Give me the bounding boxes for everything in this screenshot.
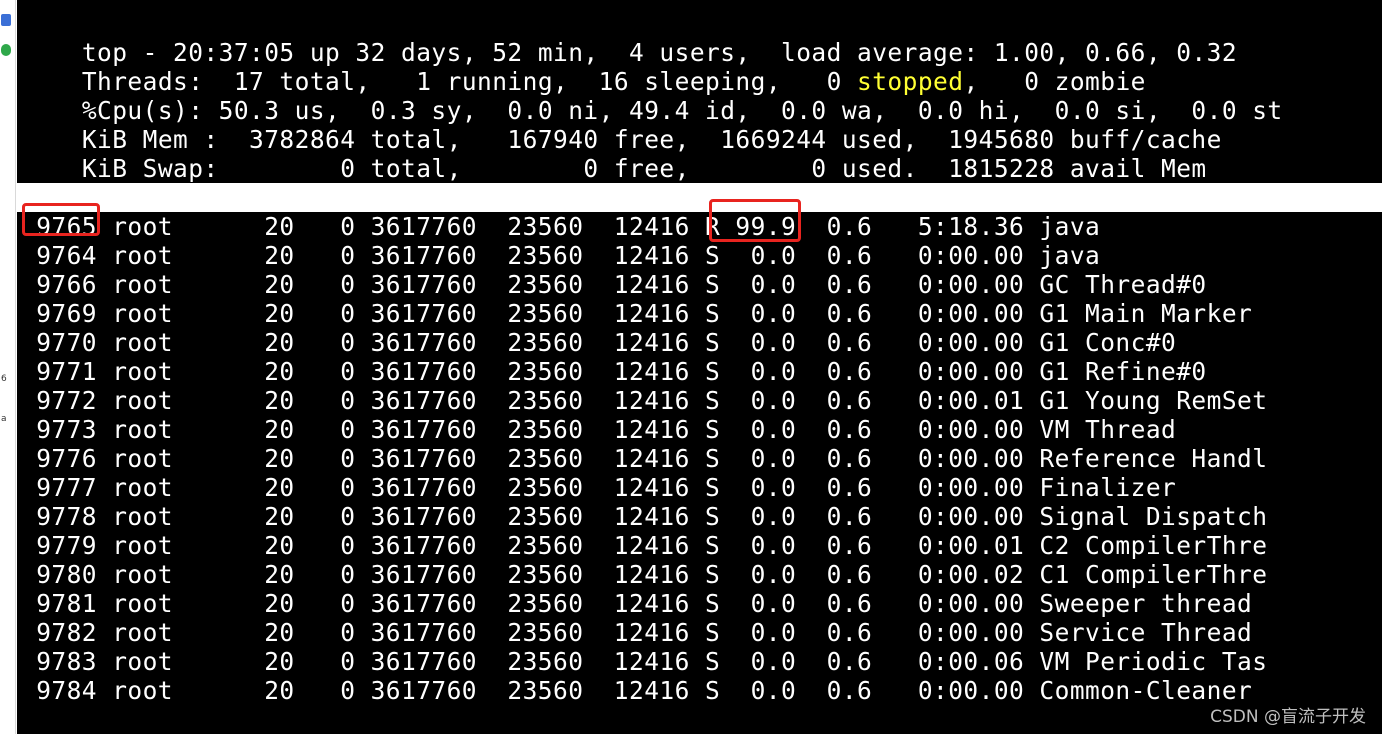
app-icon-green[interactable] [1, 44, 11, 56]
process-row-text: 9780 root 20 0 3617760 23560 12416 S 0.0… [21, 560, 1268, 589]
process-row[interactable]: 9766 root 20 0 3617760 23560 12416 S 0.0… [21, 270, 1382, 299]
summary-mem-line: KiB Mem : 3782864 total, 167940 free, 16… [21, 96, 1382, 154]
process-row[interactable]: 9781 root 20 0 3617760 23560 12416 S 0.0… [21, 589, 1382, 618]
summary-uptime-line: top - 20:37:05 up 32 days, 52 min, 4 use… [21, 9, 1382, 67]
process-row-text: 9776 root 20 0 3617760 23560 12416 S 0.0… [21, 444, 1268, 473]
summary-threads-line: Threads: 17 total, 1 running, 16 sleepin… [21, 38, 1382, 96]
csdn-watermark: CSDN @盲流子开发 [1210, 707, 1366, 727]
process-row-text: 9771 root 20 0 3617760 23560 12416 S 0.0… [21, 357, 1207, 386]
left-window-strip: 6 a [0, 0, 16, 734]
process-row[interactable]: 9765 root 20 0 3617760 23560 12416 R 99.… [21, 212, 1382, 241]
summary-cpu-line: %Cpu(s): 50.3 us, 0.3 sy, 0.0 ni, 49.4 i… [21, 67, 1382, 125]
process-row[interactable]: 9777 root 20 0 3617760 23560 12416 S 0.0… [21, 473, 1382, 502]
process-row[interactable]: 9776 root 20 0 3617760 23560 12416 S 0.0… [21, 444, 1382, 473]
process-row[interactable]: 9784 root 20 0 3617760 23560 12416 S 0.0… [21, 676, 1382, 705]
pid-highlight-box [22, 203, 100, 236]
process-row-text: 9773 root 20 0 3617760 23560 12416 S 0.0… [21, 415, 1177, 444]
process-row-text: 9764 root 20 0 3617760 23560 12416 S 0.0… [21, 241, 1101, 270]
process-row[interactable]: 9764 root 20 0 3617760 23560 12416 S 0.0… [21, 241, 1382, 270]
process-row[interactable]: 9782 root 20 0 3617760 23560 12416 S 0.0… [21, 618, 1382, 647]
cpu-highlight-box [709, 199, 801, 242]
strip-char-6: 6 [1, 374, 7, 384]
swap-text: KiB Swap: 0 total, 0 free, 0 used. 18152… [81, 154, 1207, 183]
process-row-text: 9769 root 20 0 3617760 23560 12416 S 0.0… [21, 299, 1253, 328]
process-row-text: 9782 root 20 0 3617760 23560 12416 S 0.0… [21, 618, 1253, 647]
process-row-text: 9778 root 20 0 3617760 23560 12416 S 0.0… [21, 502, 1268, 531]
summary-swap-line: KiB Swap: 0 total, 0 free, 0 used. 18152… [21, 125, 1382, 183]
process-row[interactable]: 9778 root 20 0 3617760 23560 12416 S 0.0… [21, 502, 1382, 531]
process-row-text: 9783 root 20 0 3617760 23560 12416 S 0.0… [21, 647, 1268, 676]
terminal-window[interactable]: top - 20:37:05 up 32 days, 52 min, 4 use… [17, 0, 1382, 734]
process-row-text: 9779 root 20 0 3617760 23560 12416 S 0.0… [21, 531, 1268, 560]
process-table-header: PID USER PR NI VIRT RES SHR S %CPU %MEM … [17, 183, 1382, 241]
process-row-text: 9781 root 20 0 3617760 23560 12416 S 0.0… [21, 589, 1253, 618]
process-row[interactable]: 9772 root 20 0 3617760 23560 12416 S 0.0… [21, 386, 1382, 415]
process-row-text: 9770 root 20 0 3617760 23560 12416 S 0.0… [21, 328, 1177, 357]
process-row[interactable]: 9770 root 20 0 3617760 23560 12416 S 0.0… [21, 328, 1382, 357]
process-row-text: 9766 root 20 0 3617760 23560 12416 S 0.0… [21, 270, 1207, 299]
process-row-text: 9777 root 20 0 3617760 23560 12416 S 0.0… [21, 473, 1177, 502]
process-row-text: 9784 root 20 0 3617760 23560 12416 S 0.0… [21, 676, 1253, 705]
process-row[interactable]: 9780 root 20 0 3617760 23560 12416 S 0.0… [21, 560, 1382, 589]
process-row[interactable]: 9769 root 20 0 3617760 23560 12416 S 0.0… [21, 299, 1382, 328]
process-row[interactable]: 9783 root 20 0 3617760 23560 12416 S 0.0… [21, 647, 1382, 676]
process-row-text: 9765 root 20 0 3617760 23560 12416 R 99.… [21, 212, 1101, 241]
process-row[interactable]: 9779 root 20 0 3617760 23560 12416 S 0.0… [21, 531, 1382, 560]
app-icon-blue[interactable] [1, 14, 11, 26]
process-row[interactable]: 9773 root 20 0 3617760 23560 12416 S 0.0… [21, 415, 1382, 444]
process-row[interactable]: 9771 root 20 0 3617760 23560 12416 S 0.0… [21, 357, 1382, 386]
strip-char-a: a [1, 414, 7, 424]
process-row-text: 9772 root 20 0 3617760 23560 12416 S 0.0… [21, 386, 1268, 415]
